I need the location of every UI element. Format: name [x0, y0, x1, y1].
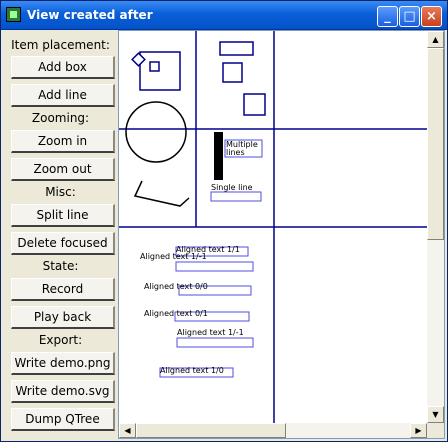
- minimize-icon: _: [384, 9, 391, 24]
- aligned-text: Aligned text 1/0: [160, 366, 224, 375]
- text-box[interactable]: [210, 191, 262, 202]
- scroll-down-icon[interactable]: ▼: [427, 406, 444, 423]
- vertical-scrollbar[interactable]: ▲ ▼: [427, 31, 444, 423]
- split-line-button[interactable]: Split line: [11, 204, 115, 227]
- maximize-icon: □: [403, 9, 416, 24]
- vertical-scroll-thumb[interactable]: [427, 48, 444, 240]
- zoom-in-button[interactable]: Zoom in: [11, 130, 115, 153]
- aligned-text: Aligned text 0/1: [144, 309, 208, 318]
- dump-qtree-button[interactable]: Dump QTree: [11, 408, 115, 431]
- scene-box[interactable]: [131, 52, 146, 67]
- label-state: State:: [42, 259, 79, 273]
- title-bar[interactable]: View created after _ □ ×: [1, 1, 447, 30]
- scroll-right-icon[interactable]: ▶: [410, 423, 427, 438]
- scene-box[interactable]: [243, 93, 266, 116]
- label-misc: Misc:: [45, 185, 76, 199]
- delete-focused-button[interactable]: Delete focused: [11, 232, 115, 255]
- close-icon: ×: [426, 9, 437, 24]
- graphics-view[interactable]: Multiple lines Single line Aligned text …: [118, 30, 445, 439]
- scene-bar[interactable]: [214, 132, 223, 180]
- scene-polyline[interactable]: [133, 180, 190, 207]
- aligned-text: Aligned text 1/-1: [140, 252, 207, 261]
- zoom-out-button[interactable]: Zoom out: [11, 158, 115, 181]
- window-title: View created after: [27, 8, 153, 22]
- write-svg-button[interactable]: Write demo.svg: [11, 380, 115, 403]
- horizontal-scrollbar[interactable]: ◀ ▶: [119, 423, 427, 438]
- scene-box[interactable]: [139, 51, 181, 91]
- text-box[interactable]: [176, 337, 254, 348]
- add-line-button[interactable]: Add line: [11, 84, 115, 107]
- app-window: View created after _ □ × Item placement:…: [0, 0, 448, 442]
- maximize-button[interactable]: □: [399, 6, 420, 27]
- record-button[interactable]: Record: [11, 278, 115, 301]
- scroll-up-icon[interactable]: ▲: [427, 31, 444, 48]
- scroll-corner: [427, 423, 444, 438]
- scene-circle[interactable]: [125, 101, 187, 163]
- scroll-left-icon[interactable]: ◀: [119, 423, 136, 438]
- control-panel: Item placement: Add box Add line Zooming…: [6, 35, 115, 437]
- multiple-lines-text: Multiple lines: [226, 140, 260, 157]
- aligned-text: Aligned text 1/-1: [177, 328, 244, 337]
- label-export: Export:: [38, 333, 83, 347]
- scene-canvas[interactable]: Multiple lines Single line Aligned text …: [119, 31, 445, 439]
- scene-box[interactable]: [219, 41, 254, 56]
- add-box-button[interactable]: Add box: [11, 56, 115, 79]
- scene-box[interactable]: [149, 61, 160, 72]
- app-icon: [6, 7, 21, 22]
- horizontal-scroll-thumb[interactable]: [136, 423, 286, 438]
- write-png-button[interactable]: Write demo.png: [11, 352, 115, 375]
- aligned-text: Aligned text 0/0: [144, 282, 208, 291]
- label-zooming: Zooming:: [31, 111, 90, 125]
- single-line-text: Single line: [211, 183, 253, 192]
- minimize-button[interactable]: _: [377, 6, 398, 27]
- close-button[interactable]: ×: [421, 6, 442, 27]
- text-box[interactable]: [175, 261, 254, 272]
- scene-box[interactable]: [222, 62, 243, 83]
- label-item-placement: Item placement:: [11, 38, 110, 52]
- play-back-button[interactable]: Play back: [11, 306, 115, 329]
